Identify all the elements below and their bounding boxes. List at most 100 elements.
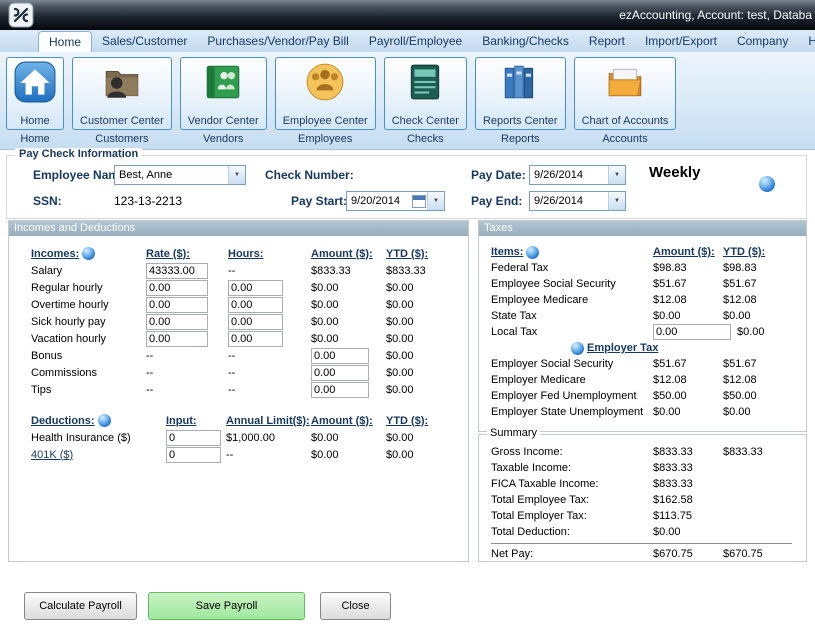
ssn-label: SSN: <box>33 194 62 208</box>
home-button[interactable]: Home <box>6 57 64 130</box>
commissions-amount-input[interactable] <box>311 365 369 381</box>
health-insurance-input[interactable] <box>166 430 221 446</box>
ytd-value: $0.00 <box>386 367 468 379</box>
deduction-row-401k: 401K ($) -- $0.00 $0.00 <box>9 446 468 463</box>
tax-label: Employer Fed Unemployment <box>491 390 653 402</box>
salary-rate-input[interactable] <box>146 263 208 279</box>
ytd-column-header: YTD ($): <box>386 248 468 260</box>
tax-label: Employee Medicare <box>491 294 653 306</box>
tax-row-state: State Tax $0.00 $0.00 <box>479 308 806 324</box>
close-button[interactable]: Close <box>320 592 391 620</box>
employee-name-select[interactable]: Best, Anne ▼ <box>114 165 246 185</box>
summary-label: FICA Taxable Income: <box>491 478 653 490</box>
income-label: Salary <box>31 265 146 277</box>
calculate-payroll-button[interactable]: Calculate Payroll <box>24 592 137 620</box>
help-globe-icon[interactable] <box>82 247 95 260</box>
toolbar-sublabel: Home <box>20 133 49 145</box>
bonus-amount-input[interactable] <box>311 348 369 364</box>
tab-payroll-employee[interactable]: Payroll/Employee <box>359 31 472 52</box>
help-globe-icon[interactable] <box>526 246 539 259</box>
pay-start-picker[interactable]: 9/20/2014 ▼ <box>346 191 445 211</box>
toolbar-label: Chart of Accounts <box>582 115 669 127</box>
tips-amount-input[interactable] <box>311 382 369 398</box>
summary-row-total-employer-tax: Total Employer Tax: $113.75 <box>479 508 806 524</box>
tax-label: State Tax <box>491 310 653 322</box>
app-logo-icon <box>8 2 34 28</box>
save-payroll-button[interactable]: Save Payroll <box>148 592 305 620</box>
toolbar-label: Reports Center <box>483 115 558 127</box>
tax-label: Employer State Unemployment <box>491 406 653 418</box>
pay-date-select[interactable]: 9/26/2014 ▼ <box>529 165 626 185</box>
tax-label: Local Tax <box>491 326 653 338</box>
tab-banking-checks[interactable]: Banking/Checks <box>472 31 579 52</box>
tax-row-employee-medicare: Employee Medicare $12.08 $12.08 <box>479 292 806 308</box>
local-tax-input[interactable] <box>653 324 731 340</box>
tab-help[interactable]: Help <box>798 31 815 52</box>
tab-company[interactable]: Company <box>727 31 798 52</box>
overtime-hours-input[interactable] <box>228 297 283 313</box>
employer-tax-header: Employer Tax <box>587 342 658 354</box>
tab-purchases-vendor-pay-bill[interactable]: Purchases/Vendor/Pay Bill <box>197 31 358 52</box>
overtime-rate-input[interactable] <box>146 297 208 313</box>
pay-end-select[interactable]: 9/26/2014 ▼ <box>529 191 626 211</box>
tab-sales-customer[interactable]: Sales/Customer <box>92 31 197 52</box>
tab-report[interactable]: Report <box>579 31 635 52</box>
chart-of-accounts-button[interactable]: Chart of Accounts <box>574 57 677 130</box>
net-pay-amount: $670.75 <box>653 548 723 560</box>
tax-row-federal: Federal Tax $98.83 $98.83 <box>479 260 806 276</box>
reports-center-button[interactable]: Reports Center <box>475 57 566 130</box>
ytd-value: $0.00 <box>386 350 468 362</box>
ytd-value: $0.00 <box>737 326 806 338</box>
regular-hourly-hours-input[interactable] <box>228 280 283 296</box>
employee-center-button[interactable]: Employee Center <box>275 57 376 130</box>
regular-hourly-rate-input[interactable] <box>146 280 208 296</box>
income-row-overtime-hourly: Overtime hourly $0.00 $0.00 <box>9 296 468 313</box>
rate-value: -- <box>146 367 228 379</box>
income-row-commissions: Commissions -- -- $0.00 <box>9 364 468 381</box>
income-row-sick-hourly: Sick hourly pay $0.00 $0.00 <box>9 313 468 330</box>
amount-value: $833.33 <box>653 478 723 490</box>
net-pay-ytd: $670.75 <box>723 548 806 560</box>
ytd-value: $0.00 <box>386 384 468 396</box>
toolbar-sublabel: Employees <box>298 133 352 145</box>
amount-value: $0.00 <box>311 282 386 294</box>
help-globe-icon[interactable] <box>98 414 111 427</box>
help-globe-icon[interactable] <box>759 176 775 192</box>
check-center-button[interactable]: Check Center <box>384 57 467 130</box>
tax-row-employer-medicare: Employer Medicare $12.08 $12.08 <box>479 372 806 388</box>
toolbar-label: Check Center <box>392 115 459 127</box>
check-center-icon <box>404 61 446 103</box>
toolbar-item-home: Home Home <box>6 57 64 145</box>
tab-import-export[interactable]: Import/Export <box>635 31 727 52</box>
pay-date-label: Pay Date: <box>471 168 526 182</box>
tax-label: Employee Social Security <box>491 278 653 290</box>
tax-column-headers: Items: Amount ($): YTD ($): <box>479 244 806 260</box>
chevron-down-icon: ▼ <box>608 166 625 184</box>
customer-center-icon <box>101 61 143 103</box>
menu-tabbar: Home Sales/Customer Purchases/Vendor/Pay… <box>0 30 815 52</box>
summary-row-gross-income: Gross Income: $833.33 $833.33 <box>479 444 806 460</box>
taxes-panel: Taxes Items: Amount ($): YTD ($): Federa… <box>478 220 807 432</box>
amount-value: $98.83 <box>653 262 723 274</box>
sick-hours-input[interactable] <box>228 314 283 330</box>
customer-center-button[interactable]: Customer Center <box>72 57 172 130</box>
401k-link[interactable]: 401K ($) <box>31 449 73 461</box>
vacation-hours-input[interactable] <box>228 331 283 347</box>
amount-value: $0.00 <box>311 432 386 444</box>
incomes-deductions-header: Incomes and Deductions <box>9 221 468 236</box>
help-globe-icon[interactable] <box>571 342 584 355</box>
deduction-row-health-insurance: Health Insurance ($) $1,000.00 $0.00 $0.… <box>9 429 468 446</box>
sick-rate-input[interactable] <box>146 314 208 330</box>
hours-column-header: Hours: <box>228 248 311 260</box>
calendar-icon <box>412 195 426 208</box>
check-number-input[interactable] <box>359 166 454 182</box>
amount-value: $0.00 <box>311 333 386 345</box>
income-row-tips: Tips -- -- $0.00 <box>9 381 468 398</box>
deduction-column-headers: Deductions: Input: Annual Limit($): Amou… <box>9 412 468 429</box>
vacation-rate-input[interactable] <box>146 331 208 347</box>
vendor-center-button[interactable]: Vendor Center <box>180 57 267 130</box>
employee-center-icon <box>304 61 346 103</box>
401k-input[interactable] <box>166 447 221 463</box>
tab-home[interactable]: Home <box>38 31 92 52</box>
summary-divider <box>491 543 792 544</box>
